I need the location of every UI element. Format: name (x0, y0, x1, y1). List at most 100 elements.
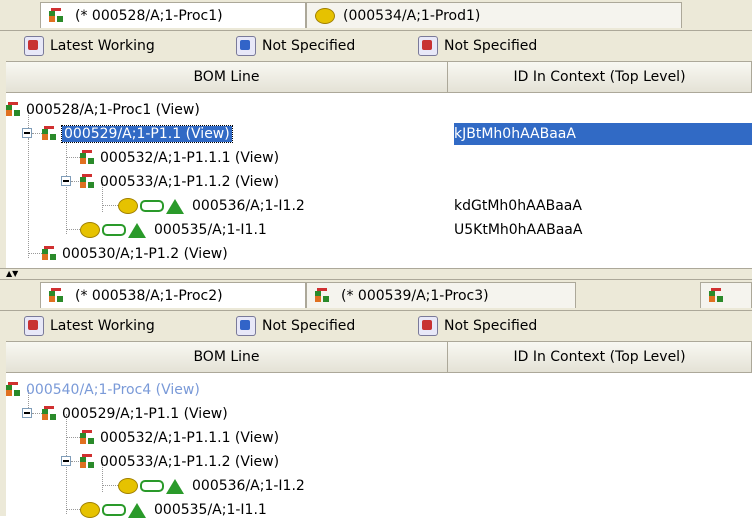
product-icon (315, 7, 335, 24)
tab-label: (000534/A;1-Prod1) (343, 7, 481, 24)
column-label: ID In Context (Top Level) (513, 69, 686, 85)
pane-splitter[interactable]: ▲▼ (0, 268, 752, 280)
bom-tree: 000540/A;1-Proc4 (View) 000529/A;1-P1.1 … (6, 372, 752, 518)
tree-guide (66, 229, 80, 230)
row-label: 000530/A;1-P1.2 (View) (62, 246, 228, 262)
tree-row[interactable]: 000535/A;1-I1.1 U5KtMh0hAABaaA (6, 218, 752, 242)
tree-row[interactable]: 000532/A;1-P1.1.1 (View) (6, 426, 752, 450)
row-label: 000529/A;1-P1.1 (View) (61, 125, 233, 143)
effectivity-label: Not Specified (444, 38, 538, 54)
effectivity-label: Not Specified (444, 318, 538, 334)
link-icon (140, 480, 164, 492)
revision-rule-button[interactable]: Latest Working (24, 315, 155, 337)
tab-label: (* 000538/A;1-Proc2) (75, 287, 223, 304)
variant-rule-label: Not Specified (262, 38, 356, 54)
tree-guide (66, 437, 80, 438)
column-id-in-context[interactable]: ID In Context (Top Level) (448, 342, 752, 372)
rule-toolbar: Latest Working Not Specified Not Specifi… (0, 311, 752, 342)
row-id: kdGtMh0hAABaaA (454, 198, 582, 214)
tree-row[interactable]: 000530/A;1-P1.2 (View) (6, 242, 752, 266)
tree-row[interactable]: 000540/A;1-Proc4 (View) (6, 378, 752, 402)
tree-row[interactable]: 000533/A;1-P1.1.2 (View) (6, 170, 752, 194)
collapse-toggle[interactable] (22, 128, 32, 138)
tree-row[interactable]: 000533/A;1-P1.1.2 (View) (6, 450, 752, 474)
collapse-arrows-icon[interactable]: ▲▼ (6, 270, 18, 278)
tab-proc1[interactable]: (* 000528/A;1-Proc1) (40, 2, 306, 28)
occurrence-icon (166, 478, 184, 494)
revision-rule-label: Latest Working (50, 318, 155, 334)
tree-guide (102, 485, 118, 486)
variant-rule-button[interactable]: Not Specified (236, 315, 355, 337)
tree-row[interactable]: 000536/A;1-I1.2 (6, 474, 752, 498)
structure-icon (49, 287, 65, 304)
variant-rule-button[interactable]: Not Specified (236, 35, 355, 57)
row-label: 000540/A;1-Proc4 (View) (26, 382, 200, 398)
tab-bar: (* 000528/A;1-Proc1) (000534/A;1-Prod1) (0, 0, 752, 31)
column-label: BOM Line (193, 349, 260, 365)
tree-row[interactable]: 000528/A;1-Proc1 (View) (6, 98, 752, 122)
structure-icon (42, 246, 58, 262)
collapse-toggle[interactable] (61, 176, 71, 186)
collapse-toggle[interactable] (61, 456, 71, 466)
structure-icon (6, 102, 22, 118)
structure-icon (315, 287, 331, 304)
tab-more[interactable] (700, 282, 752, 308)
row-label: 000528/A;1-Proc1 (View) (26, 102, 200, 118)
tree-row[interactable]: 000529/A;1-P1.1 (View) (6, 402, 752, 426)
tree-guide (32, 133, 42, 134)
tree-guide (32, 413, 42, 414)
tree-guide (66, 509, 80, 510)
column-bom-line[interactable]: BOM Line (6, 62, 448, 92)
product-icon (80, 222, 100, 238)
tab-prod1[interactable]: (000534/A;1-Prod1) (306, 2, 682, 28)
link-icon (102, 224, 126, 236)
row-id: U5KtMh0hAABaaA (454, 222, 583, 238)
tree-guide (102, 205, 118, 206)
structure-icon (49, 7, 65, 24)
occurrence-icon (128, 502, 146, 518)
row-label: 000533/A;1-P1.1.2 (View) (100, 174, 280, 190)
variant-rule-icon (236, 36, 256, 56)
tab-proc3[interactable]: (* 000539/A;1-Proc3) (306, 282, 576, 308)
effectivity-button[interactable]: Not Specified (418, 315, 537, 337)
row-label: 000536/A;1-I1.2 (192, 478, 305, 494)
tree-row[interactable]: 000535/A;1-I1.1 (6, 498, 752, 522)
row-label: 000535/A;1-I1.1 (154, 222, 267, 238)
variant-rule-label: Not Specified (262, 318, 356, 334)
link-icon (140, 200, 164, 212)
tree-guide (28, 253, 42, 254)
tab-bar: (* 000538/A;1-Proc2) (* 000539/A;1-Proc3… (0, 280, 752, 311)
link-icon (102, 504, 126, 516)
row-label: 000536/A;1-I1.2 (192, 198, 305, 214)
collapse-toggle[interactable] (22, 408, 32, 418)
tree-row[interactable]: 000536/A;1-I1.2 kdGtMh0hAABaaA (6, 194, 752, 218)
tree-guide (66, 157, 80, 158)
variant-rule-icon (236, 316, 256, 336)
bom-pane-bottom: (* 000538/A;1-Proc2) (* 000539/A;1-Proc3… (0, 280, 752, 518)
tree-row[interactable]: 000532/A;1-P1.1.1 (View) (6, 146, 752, 170)
column-label: ID In Context (Top Level) (513, 349, 686, 365)
structure-icon (80, 454, 96, 470)
structure-icon (42, 126, 58, 142)
tab-label: (* 000528/A;1-Proc1) (75, 7, 223, 24)
structure-icon (6, 382, 22, 398)
structure-icon (709, 287, 725, 304)
column-label: BOM Line (193, 69, 260, 85)
revision-rule-icon (24, 36, 44, 56)
column-bom-line[interactable]: BOM Line (6, 342, 448, 372)
row-id: kJBtMh0hAABaaA (454, 123, 752, 145)
row-label: 000532/A;1-P1.1.1 (View) (100, 150, 280, 166)
tree-row-selected[interactable]: 000529/A;1-P1.1 (View) kJBtMh0hAABaaA (6, 122, 752, 146)
tab-proc2[interactable]: (* 000538/A;1-Proc2) (40, 282, 306, 308)
effectivity-button[interactable]: Not Specified (418, 35, 537, 57)
bom-tree: 000528/A;1-Proc1 (View) 000529/A;1-P1.1 … (6, 92, 752, 268)
row-label: 000533/A;1-P1.1.2 (View) (100, 454, 280, 470)
product-icon (118, 478, 138, 494)
tab-label: (* 000539/A;1-Proc3) (341, 287, 489, 304)
revision-rule-label: Latest Working (50, 38, 155, 54)
occurrence-icon (166, 198, 184, 214)
product-icon (118, 198, 138, 214)
column-id-in-context[interactable]: ID In Context (Top Level) (448, 62, 752, 92)
bom-pane-top: (* 000528/A;1-Proc1) (000534/A;1-Prod1) … (0, 0, 752, 268)
revision-rule-button[interactable]: Latest Working (24, 35, 155, 57)
